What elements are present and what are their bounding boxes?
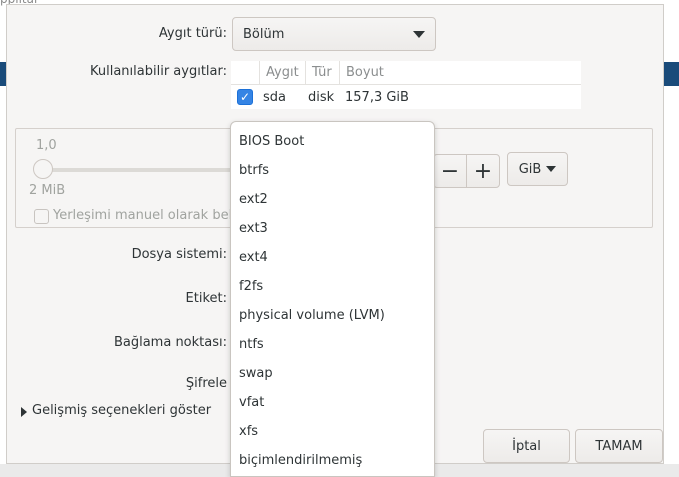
available-devices-label: Kullanılabilir aygıtlar: xyxy=(90,64,227,79)
column-header-size[interactable]: Boyut xyxy=(339,61,581,84)
menu-item-btrfs[interactable]: btrfs xyxy=(231,156,434,185)
advanced-options-toggle[interactable]: Gelişmiş seçenekleri göster xyxy=(32,403,211,418)
table-row[interactable]: ✓ sda disk 157,3 GiB xyxy=(231,85,581,109)
menu-item-ext4[interactable]: ext4 xyxy=(231,243,434,272)
encryption-label: Şifrele xyxy=(185,376,227,391)
menu-item-ext3[interactable]: ext3 xyxy=(231,214,434,243)
device-type: disk xyxy=(308,89,335,105)
menu-item-ext2[interactable]: ext2 xyxy=(231,185,434,214)
mount-point-label: Bağlama noktası: xyxy=(113,335,227,350)
menu-item-ntfs[interactable]: ntfs xyxy=(231,330,434,359)
size-unit-combo[interactable]: GiB xyxy=(507,152,568,186)
increase-size-button[interactable]: + xyxy=(466,154,500,188)
filesystem-dropdown-menu: BIOS Boot btrfs ext2 ext3 ext4 f2fs phys… xyxy=(230,121,435,477)
device-type-combo[interactable]: Bölüm xyxy=(232,17,436,51)
device-name: sda xyxy=(263,89,286,105)
expander-arrow-icon[interactable] xyxy=(21,407,27,417)
menu-item-bios-boot[interactable]: BIOS Boot xyxy=(231,127,434,156)
menu-item-lvm-physical-volume[interactable]: physical volume (LVM) xyxy=(231,301,434,330)
table-header: Aygıt Tür Boyut xyxy=(231,61,581,85)
chevron-down-icon xyxy=(413,30,425,38)
backdrop-stripe-right xyxy=(664,62,679,86)
scale-min-value: 2 MiB xyxy=(29,183,66,198)
tag-label: Etiket: xyxy=(185,291,227,306)
menu-item-unformatted[interactable]: biçimlendirilmemiş xyxy=(231,446,434,475)
size-unit-value: GiB xyxy=(518,161,542,177)
device-type-value: Bölüm xyxy=(243,26,285,42)
chevron-down-icon xyxy=(546,166,557,172)
column-header-device[interactable]: Aygıt xyxy=(259,61,305,84)
decrease-size-button[interactable]: − xyxy=(433,154,467,188)
cancel-button[interactable]: İptal xyxy=(483,429,570,463)
size-slider-track[interactable] xyxy=(37,168,235,172)
manual-placement-checkbox[interactable] xyxy=(34,209,49,224)
menu-item-vfat[interactable]: vfat xyxy=(231,388,434,417)
device-checkbox[interactable]: ✓ xyxy=(237,89,253,105)
menu-item-xfs[interactable]: xfs xyxy=(231,417,434,446)
column-header-type[interactable]: Tür xyxy=(305,61,339,84)
size-slider-handle[interactable] xyxy=(33,159,53,179)
scale-top-value: 1,0 xyxy=(36,138,57,153)
device-size: 157,3 GiB xyxy=(345,89,409,105)
device-type-label: Aygıt türü: xyxy=(158,26,227,41)
devices-table: Aygıt Tür Boyut ✓ sda disk 157,3 GiB xyxy=(231,61,581,109)
menu-item-f2fs[interactable]: f2fs xyxy=(231,272,434,301)
filesystem-label: Dosya sistemi: xyxy=(131,247,227,262)
select-column-header xyxy=(231,61,259,84)
manual-placement-label: Yerleşimi manuel olarak belirt xyxy=(53,208,247,223)
menu-item-swap[interactable]: swap xyxy=(231,359,434,388)
ok-button[interactable]: TAMAM xyxy=(575,429,663,463)
